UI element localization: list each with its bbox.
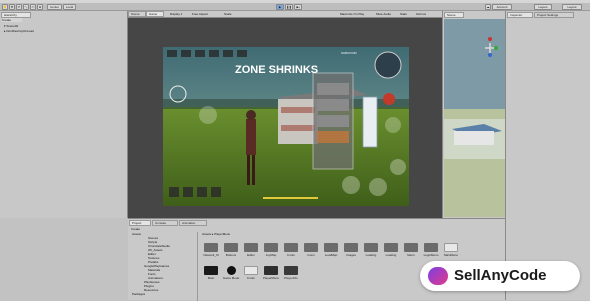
folder-icon bbox=[404, 243, 418, 252]
scene-view-panel: Scene bbox=[442, 11, 505, 218]
tab-inspector[interactable]: Inspector bbox=[507, 12, 533, 18]
prefab-icon bbox=[264, 266, 278, 275]
prefab-icon bbox=[284, 266, 298, 275]
script-file-icon bbox=[244, 266, 258, 275]
local-global-button[interactable]: Local bbox=[63, 4, 76, 10]
tab-project-settings[interactable]: Project Settings bbox=[534, 12, 574, 18]
maximize-on-play-toggle[interactable]: Maximize On Play bbox=[340, 12, 364, 16]
cloud-icon[interactable]: ☁ bbox=[485, 4, 491, 10]
asset-file[interactable]: PlayerMenu bbox=[262, 266, 280, 280]
breadcrumb: Assets ▸ PlayerMenu bbox=[202, 232, 231, 236]
asset-folder[interactable]: Fonts bbox=[282, 243, 300, 257]
asset-folder[interactable]: Loading bbox=[382, 243, 400, 257]
pivot-center-button[interactable]: Center bbox=[47, 4, 62, 10]
display-dropdown[interactable]: Display 1 bbox=[170, 12, 182, 16]
folder-icon bbox=[304, 243, 318, 252]
account-dropdown[interactable]: Account bbox=[492, 4, 512, 10]
folder-icon bbox=[344, 243, 358, 252]
asset-folder[interactable]: Images bbox=[342, 243, 360, 257]
tree-item[interactable]: Assets bbox=[132, 232, 141, 236]
project-create-dropdown[interactable]: Create bbox=[131, 227, 140, 231]
asset-file[interactable]: MainMenu bbox=[442, 243, 460, 257]
asset-file[interactable]: PlayerInfo bbox=[282, 266, 300, 280]
pause-button[interactable]: ❚❚ bbox=[285, 4, 293, 10]
folder-icon bbox=[284, 243, 298, 252]
watermark-text: SellAnyCode bbox=[454, 267, 547, 284]
zone-shrinks-banner: ZONE SHRINKS bbox=[235, 64, 319, 76]
stats-toggle[interactable]: Stats bbox=[400, 12, 407, 16]
folder-icon bbox=[224, 243, 238, 252]
unity-logo-icon bbox=[204, 266, 218, 275]
asset-folder[interactable]: Icons bbox=[302, 243, 320, 257]
layout-dropdown[interactable]: Layout bbox=[562, 4, 582, 10]
folder-icon bbox=[244, 243, 258, 252]
sphere-material-icon bbox=[226, 266, 236, 275]
folder-icon bbox=[364, 243, 378, 252]
create-dropdown[interactable]: Create bbox=[2, 18, 22, 22]
sellanycode-watermark: SellAnyCode bbox=[420, 261, 580, 291]
folder-icon bbox=[424, 243, 438, 252]
asset-folder[interactable]: LoadMap bbox=[322, 243, 340, 257]
tab-scene-view[interactable]: Scene bbox=[128, 11, 146, 17]
asset-folder[interactable]: Editor bbox=[242, 243, 260, 257]
inspector-panel: Inspector Project Settings bbox=[505, 11, 590, 300]
tree-item[interactable]: Packages bbox=[132, 292, 145, 296]
scene-file-icon bbox=[444, 243, 458, 252]
gizmos-dropdown[interactable]: Gizmos bbox=[416, 12, 426, 16]
scale-label: Scale bbox=[224, 12, 232, 16]
project-folder-tree: Assets Scenes Scripts ChocolateStudio 2D… bbox=[128, 232, 198, 301]
mute-audio-toggle[interactable]: Mute Audio bbox=[376, 12, 391, 16]
rect-tool-button[interactable]: ▭ bbox=[30, 4, 36, 10]
folder-icon bbox=[324, 243, 338, 252]
breadcrumb-current[interactable]: PlayerMenu bbox=[214, 232, 230, 236]
main-toolbar: ✋ ✥ ⟳ ⤡ ▭ ⊕ Center Local ▶ ❚❚ ▶| ☁ Accou… bbox=[0, 3, 590, 11]
sellanycode-logo-icon bbox=[428, 267, 448, 285]
hierarchy-panel: Hierarchy Create ▾ Scene02 ▸ DontDestroy… bbox=[0, 11, 128, 218]
tab-console[interactable]: Console bbox=[152, 220, 178, 226]
play-button[interactable]: ▶ bbox=[276, 4, 284, 10]
tab-animation[interactable]: Animation bbox=[179, 220, 207, 226]
hud-badge: SURVIVOR bbox=[341, 51, 357, 55]
aspect-dropdown[interactable]: Free Aspect bbox=[192, 12, 208, 16]
asset-folder[interactable]: Loading bbox=[362, 243, 380, 257]
asset-file[interactable]: Main bbox=[202, 266, 220, 280]
layers-dropdown[interactable]: Layers bbox=[534, 4, 552, 10]
rotate-tool-button[interactable]: ⟳ bbox=[16, 4, 22, 10]
folder-icon bbox=[384, 243, 398, 252]
scene-viewport[interactable] bbox=[444, 19, 505, 217]
asset-folder[interactable]: Network_M bbox=[202, 243, 220, 257]
tree-item[interactable]: Resources bbox=[144, 288, 158, 292]
folder-icon bbox=[264, 243, 278, 252]
game-view-panel: Scene Game Display 1 Free Aspect Scale M… bbox=[128, 11, 442, 218]
asset-folder[interactable]: JoyMap bbox=[262, 243, 280, 257]
asset-folder[interactable]: Buttons bbox=[222, 243, 240, 257]
transform-tool-button[interactable]: ⊕ bbox=[37, 4, 43, 10]
asset-folder[interactable]: Menu bbox=[402, 243, 420, 257]
asset-file[interactable]: Fonts bbox=[242, 266, 260, 280]
tab-game-view[interactable]: Game bbox=[146, 11, 164, 17]
hierarchy-item-label: DontDestroyOnLoad bbox=[6, 29, 34, 33]
game-view-toolbar: Scene Game Display 1 Free Aspect Scale M… bbox=[128, 11, 442, 18]
folder-icon bbox=[204, 243, 218, 252]
asset-file[interactable]: Game Mode bbox=[222, 266, 240, 280]
hand-tool-button[interactable]: ✋ bbox=[2, 4, 8, 10]
tab-project[interactable]: Project bbox=[129, 220, 151, 226]
step-button[interactable]: ▶| bbox=[294, 4, 302, 10]
asset-folder[interactable]: LoginMenu bbox=[422, 243, 440, 257]
hierarchy-item[interactable]: ▸ DontDestroyOnLoad bbox=[4, 29, 34, 33]
tab-scene[interactable]: Scene bbox=[444, 12, 464, 18]
scale-tool-button[interactable]: ⤡ bbox=[23, 4, 29, 10]
hierarchy-item[interactable]: ▾ Scene02 bbox=[4, 24, 18, 28]
hierarchy-item-label: Scene02 bbox=[6, 24, 19, 28]
breadcrumb-root[interactable]: Assets bbox=[202, 232, 211, 236]
move-tool-button[interactable]: ✥ bbox=[9, 4, 15, 10]
